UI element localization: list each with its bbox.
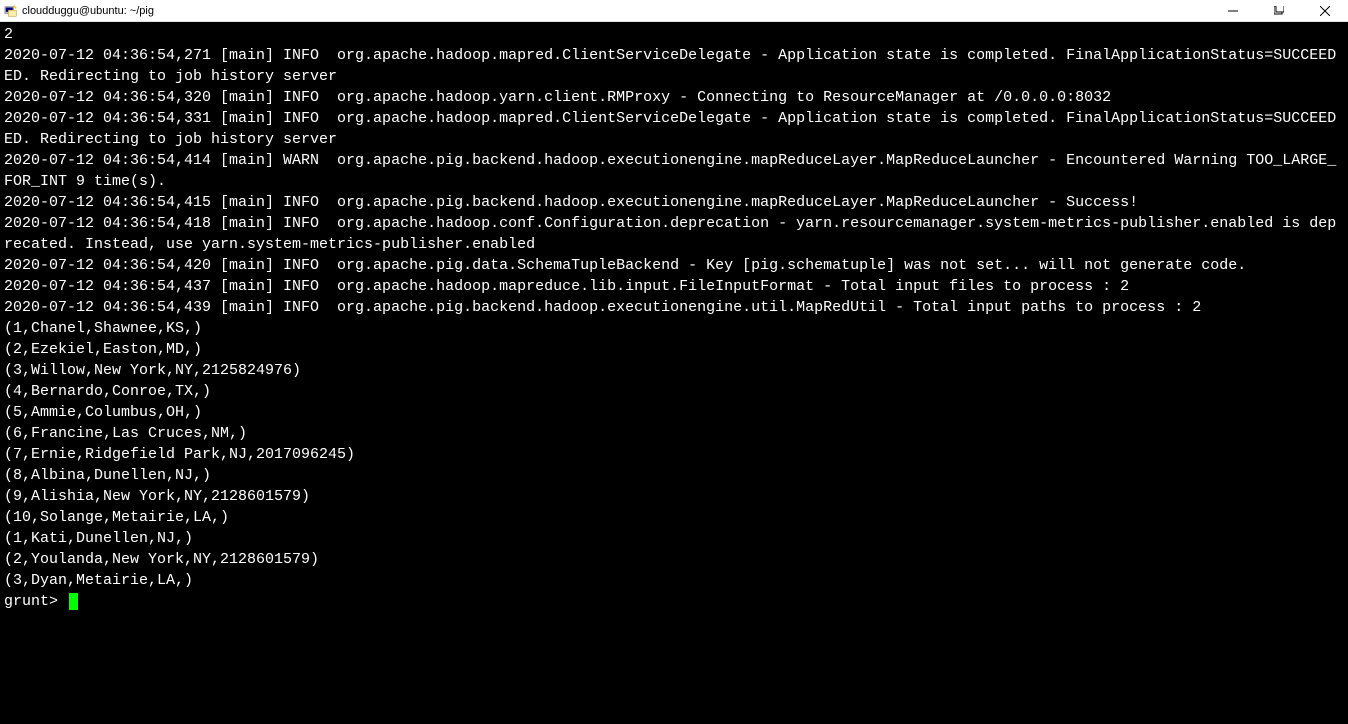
terminal-line: 2020-07-12 04:36:54,418 [main] INFO org.… bbox=[4, 213, 1344, 255]
terminal-body[interactable]: 22020-07-12 04:36:54,271 [main] INFO org… bbox=[0, 22, 1348, 724]
terminal-line: (4,Bernardo,Conroe,TX,) bbox=[4, 381, 1344, 402]
terminal-line: (1,Kati,Dunellen,NJ,) bbox=[4, 528, 1344, 549]
terminal-line: (8,Albina,Dunellen,NJ,) bbox=[4, 465, 1344, 486]
terminal-line: 2020-07-12 04:36:54,271 [main] INFO org.… bbox=[4, 45, 1344, 87]
terminal-line: 2020-07-12 04:36:54,439 [main] INFO org.… bbox=[4, 297, 1344, 318]
terminal-line: (10,Solange,Metairie,LA,) bbox=[4, 507, 1344, 528]
close-button[interactable] bbox=[1302, 0, 1348, 22]
terminal-line: 2020-07-12 04:36:54,414 [main] WARN org.… bbox=[4, 150, 1344, 192]
terminal-line: (2,Ezekiel,Easton,MD,) bbox=[4, 339, 1344, 360]
terminal-line: 2020-07-12 04:36:54,331 [main] INFO org.… bbox=[4, 108, 1344, 150]
maximize-button[interactable] bbox=[1256, 0, 1302, 22]
terminal-window: cloudduggu@ubuntu: ~/pig 22020-07-12 04:… bbox=[0, 0, 1348, 724]
terminal-line: (7,Ernie,Ridgefield Park,NJ,2017096245) bbox=[4, 444, 1344, 465]
terminal-line: (3,Willow,New York,NY,2125824976) bbox=[4, 360, 1344, 381]
window-title: cloudduggu@ubuntu: ~/pig bbox=[22, 5, 154, 17]
titlebar-left: cloudduggu@ubuntu: ~/pig bbox=[4, 4, 154, 18]
window-controls bbox=[1210, 0, 1348, 22]
terminal-line: 2020-07-12 04:36:54,437 [main] INFO org.… bbox=[4, 276, 1344, 297]
terminal-line: 2020-07-12 04:36:54,415 [main] INFO org.… bbox=[4, 192, 1344, 213]
titlebar: cloudduggu@ubuntu: ~/pig bbox=[0, 0, 1348, 22]
terminal-line: (9,Alishia,New York,NY,2128601579) bbox=[4, 486, 1344, 507]
terminal-line: 2 bbox=[4, 24, 1344, 45]
terminal-line: 2020-07-12 04:36:54,320 [main] INFO org.… bbox=[4, 87, 1344, 108]
putty-icon bbox=[4, 4, 18, 18]
minimize-button[interactable] bbox=[1210, 0, 1256, 22]
prompt-text: grunt> bbox=[4, 591, 67, 612]
terminal-line: (6,Francine,Las Cruces,NM,) bbox=[4, 423, 1344, 444]
cursor bbox=[69, 593, 78, 610]
terminal-line: 2020-07-12 04:36:54,420 [main] INFO org.… bbox=[4, 255, 1344, 276]
prompt-line[interactable]: grunt> bbox=[4, 591, 1344, 612]
terminal-line: (5,Ammie,Columbus,OH,) bbox=[4, 402, 1344, 423]
terminal-line: (2,Youlanda,New York,NY,2128601579) bbox=[4, 549, 1344, 570]
terminal-line: (3,Dyan,Metairie,LA,) bbox=[4, 570, 1344, 591]
terminal-line: (1,Chanel,Shawnee,KS,) bbox=[4, 318, 1344, 339]
